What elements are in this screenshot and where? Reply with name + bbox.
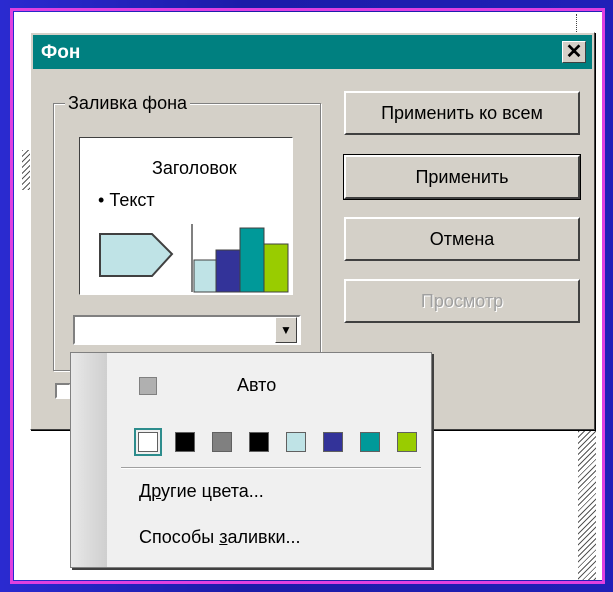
swatch-color: [174, 432, 195, 452]
preview-button[interactable]: Просмотр: [344, 279, 580, 323]
dialog-titlebar[interactable]: Фон ✕: [33, 35, 592, 69]
chart-bar-4: [263, 243, 289, 293]
apply-button[interactable]: Применить: [344, 155, 580, 199]
chevron-down-icon[interactable]: ▼: [275, 317, 297, 343]
color-dropdown-menu: Авто Другие цвета... Способы заливки...: [70, 352, 432, 568]
dialog-title: Фон: [41, 42, 81, 63]
swatch-color: [285, 432, 306, 452]
swatch-color: [133, 428, 162, 456]
color-swatch-row: [129, 427, 425, 457]
fill-group-label: Заливка фона: [65, 93, 191, 114]
cancel-button[interactable]: Отмена: [344, 217, 580, 261]
swatch-lime[interactable]: [388, 427, 425, 457]
slide-placeholder-edge-right: [578, 420, 596, 580]
menu-separator: [121, 467, 421, 469]
fill-effects-text-a: Способы: [139, 527, 220, 547]
chart-bar-1: [193, 259, 217, 293]
swatch-color: [211, 432, 232, 452]
chart-bar-3: [239, 227, 265, 293]
swatch-color: [396, 432, 417, 452]
close-icon: ✕: [565, 41, 583, 63]
swatch-teal[interactable]: [351, 427, 388, 457]
more-colors-accelerator: р: [151, 481, 162, 501]
swatch-light-cyan[interactable]: [277, 427, 314, 457]
more-colors-text-a: Д: [139, 481, 152, 501]
more-colors-menu-item[interactable]: Другие цвета...: [139, 481, 264, 502]
swatch-white[interactable]: [129, 427, 166, 457]
swatch-color: [359, 432, 380, 452]
chart-bar-2: [215, 249, 241, 293]
pentagon-arrow-shape: [99, 233, 174, 277]
menu-side-strip: [71, 353, 107, 567]
more-colors-text-b: угие цвета...: [161, 481, 264, 501]
close-button[interactable]: ✕: [562, 41, 586, 63]
fill-effects-menu-item[interactable]: Способы заливки...: [139, 527, 301, 548]
omit-master-graphics-checkbox[interactable]: [55, 383, 71, 399]
fill-preview: Заголовок • Текст: [79, 137, 293, 295]
swatch-navy[interactable]: [314, 427, 351, 457]
preview-graphics: [99, 224, 289, 293]
auto-color-option[interactable]: Авто: [237, 375, 276, 396]
fill-color-combobox[interactable]: [73, 315, 301, 345]
auto-color-swatch[interactable]: [139, 377, 157, 395]
fill-effects-text-b: аливки...: [227, 527, 301, 547]
swatch-gray[interactable]: [203, 427, 240, 457]
apply-all-button[interactable]: Применить ко всем: [344, 91, 580, 135]
swatch-color: [322, 432, 343, 452]
swatch-color: [248, 432, 269, 452]
swatch-black[interactable]: [166, 427, 203, 457]
swatch-black-2[interactable]: [240, 427, 277, 457]
